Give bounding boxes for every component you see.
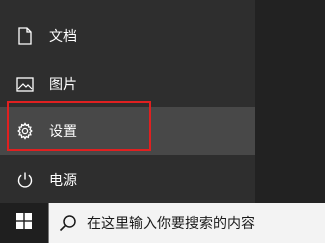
power-icon — [15, 170, 35, 190]
start-menu-item-label: 文档 — [49, 29, 77, 45]
search-placeholder: 在这里输入你要搜索的内容 — [87, 216, 255, 232]
search-icon — [59, 214, 77, 232]
start-menu-item-label: 图片 — [49, 77, 77, 93]
highlight-box — [7, 101, 151, 151]
start-menu-item-documents[interactable]: 文档 — [0, 12, 255, 60]
start-menu-item-power[interactable]: 电源 — [0, 156, 255, 204]
taskbar: 在这里输入你要搜索的内容 — [0, 203, 325, 243]
search-box[interactable]: 在这里输入你要搜索的内容 — [48, 203, 325, 243]
start-button[interactable] — [0, 203, 48, 243]
desktop-background — [255, 0, 325, 203]
start-menu: 文档 图片 设置 电源 — [0, 0, 255, 203]
picture-icon — [15, 74, 35, 94]
document-icon — [15, 26, 35, 46]
start-menu-item-label: 电源 — [49, 173, 77, 189]
windows-logo-icon — [16, 213, 32, 233]
